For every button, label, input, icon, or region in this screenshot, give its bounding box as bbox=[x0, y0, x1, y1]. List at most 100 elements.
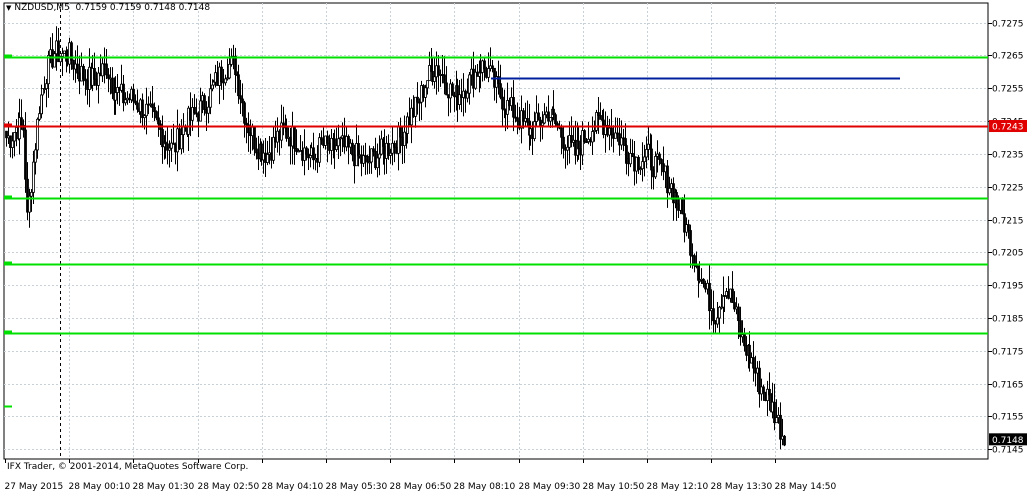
candle-body bbox=[337, 138, 340, 147]
candle-body bbox=[155, 111, 158, 119]
candle-body bbox=[101, 63, 104, 77]
candle-body bbox=[330, 137, 333, 151]
candle-body bbox=[11, 140, 14, 148]
triangle-down-icon[interactable]: ▼ bbox=[6, 4, 11, 12]
candle-body bbox=[768, 388, 771, 396]
candle-body bbox=[487, 68, 490, 78]
candle-body bbox=[305, 147, 308, 155]
candle-body bbox=[549, 117, 552, 122]
candle-body bbox=[114, 92, 117, 101]
chart-window[interactable]: ▼ NZDUSD,M5 0.7159 0.7159 0.7148 0.7148 0… bbox=[0, 0, 1029, 494]
candle-body bbox=[660, 159, 663, 165]
candle-body bbox=[45, 83, 48, 89]
candle-body bbox=[702, 278, 705, 285]
candle-body bbox=[20, 117, 23, 126]
candle-body bbox=[443, 74, 446, 84]
candle-body bbox=[393, 142, 396, 148]
candle-body bbox=[762, 386, 765, 393]
candle-body bbox=[783, 435, 786, 446]
candle-body bbox=[416, 96, 419, 103]
candle-body bbox=[681, 197, 684, 215]
candle-body bbox=[53, 53, 56, 68]
candle-body bbox=[731, 288, 734, 303]
candle-body bbox=[516, 117, 519, 122]
candle-body bbox=[293, 125, 296, 149]
candle-body bbox=[124, 99, 127, 104]
y-tick-label: 0.7225 bbox=[992, 184, 1024, 194]
candle-body bbox=[426, 80, 429, 89]
x-tick-label: 28 May 06:50 bbox=[390, 482, 452, 492]
candle-body bbox=[743, 334, 746, 347]
candle-body bbox=[637, 156, 640, 171]
candle-body bbox=[718, 306, 721, 319]
candle-body bbox=[153, 107, 156, 113]
candle-body bbox=[255, 148, 258, 154]
candle-body bbox=[335, 145, 338, 150]
candle-body bbox=[716, 317, 719, 325]
y-tick-label: 0.7205 bbox=[992, 249, 1024, 259]
candle-body bbox=[625, 145, 628, 160]
candle-body bbox=[566, 146, 569, 151]
candle-body bbox=[36, 118, 39, 151]
candle-body bbox=[775, 417, 778, 424]
candle-body bbox=[285, 126, 288, 139]
candle-body bbox=[180, 134, 183, 150]
candle-body bbox=[468, 74, 471, 94]
y-tick-label: 0.7165 bbox=[992, 381, 1024, 391]
candle-body bbox=[437, 65, 440, 76]
candle-body bbox=[157, 117, 160, 125]
candle-body bbox=[650, 148, 653, 171]
candle-body bbox=[32, 161, 35, 193]
candle-body bbox=[224, 78, 227, 84]
candle-body bbox=[583, 130, 586, 142]
candle-body bbox=[34, 149, 37, 163]
price-tag-red-label: 0.7243 bbox=[992, 123, 1024, 133]
candle-body bbox=[658, 153, 661, 160]
candle-body bbox=[145, 103, 148, 117]
candle-body bbox=[132, 88, 135, 102]
candle-body bbox=[483, 60, 486, 70]
x-tick-label: 28 May 13:30 bbox=[711, 482, 773, 492]
candle-body bbox=[501, 96, 504, 110]
candle-body bbox=[451, 83, 454, 96]
copyright-label: IFX Trader, © 2001-2014, MetaQuotes Soft… bbox=[7, 462, 249, 472]
price-chart[interactable]: 0.72750.72650.72550.72450.72350.72250.72… bbox=[0, 0, 1029, 494]
x-tick-label: 28 May 08:10 bbox=[454, 482, 516, 492]
x-tick-label: 28 May 09:30 bbox=[519, 482, 581, 492]
y-tick-label: 0.7155 bbox=[992, 413, 1024, 423]
candle-body bbox=[499, 83, 502, 98]
candle-body bbox=[61, 53, 64, 57]
candle-body bbox=[399, 126, 402, 138]
candle-body bbox=[199, 100, 202, 122]
candle-body bbox=[47, 55, 50, 85]
candle-body bbox=[631, 153, 634, 158]
candle-body bbox=[82, 65, 85, 80]
candle-body bbox=[433, 76, 436, 82]
price-tag-current-label: 0.7148 bbox=[992, 436, 1024, 446]
x-tick-label: 28 May 05:30 bbox=[326, 482, 388, 492]
y-tick-label: 0.7235 bbox=[992, 151, 1024, 161]
candle-body bbox=[239, 95, 242, 100]
candle-body bbox=[207, 106, 210, 114]
candle-body bbox=[560, 127, 563, 138]
candle-body bbox=[111, 77, 114, 94]
candle-body bbox=[243, 102, 246, 124]
candle-body bbox=[318, 137, 321, 163]
candle-body bbox=[241, 98, 244, 104]
y-tick-label: 0.7185 bbox=[992, 315, 1024, 325]
ohlc-values: 0.7159 0.7159 0.7148 0.7148 bbox=[75, 3, 211, 13]
x-tick-label: 28 May 10:50 bbox=[583, 482, 645, 492]
candle-body bbox=[351, 142, 354, 156]
candle-body bbox=[591, 131, 594, 143]
candle-body bbox=[403, 131, 406, 147]
candle-body bbox=[30, 191, 33, 197]
candle-body bbox=[689, 230, 692, 256]
candle-body bbox=[326, 135, 329, 144]
candle-body bbox=[76, 63, 79, 74]
y-tick-label: 0.7265 bbox=[992, 52, 1024, 62]
candle-body bbox=[641, 161, 644, 170]
candle-body bbox=[93, 67, 96, 80]
x-tick-label: 28 May 02:50 bbox=[198, 482, 260, 492]
candle-body bbox=[537, 112, 540, 121]
symbol-label: NZDUSD,M5 bbox=[14, 3, 70, 13]
